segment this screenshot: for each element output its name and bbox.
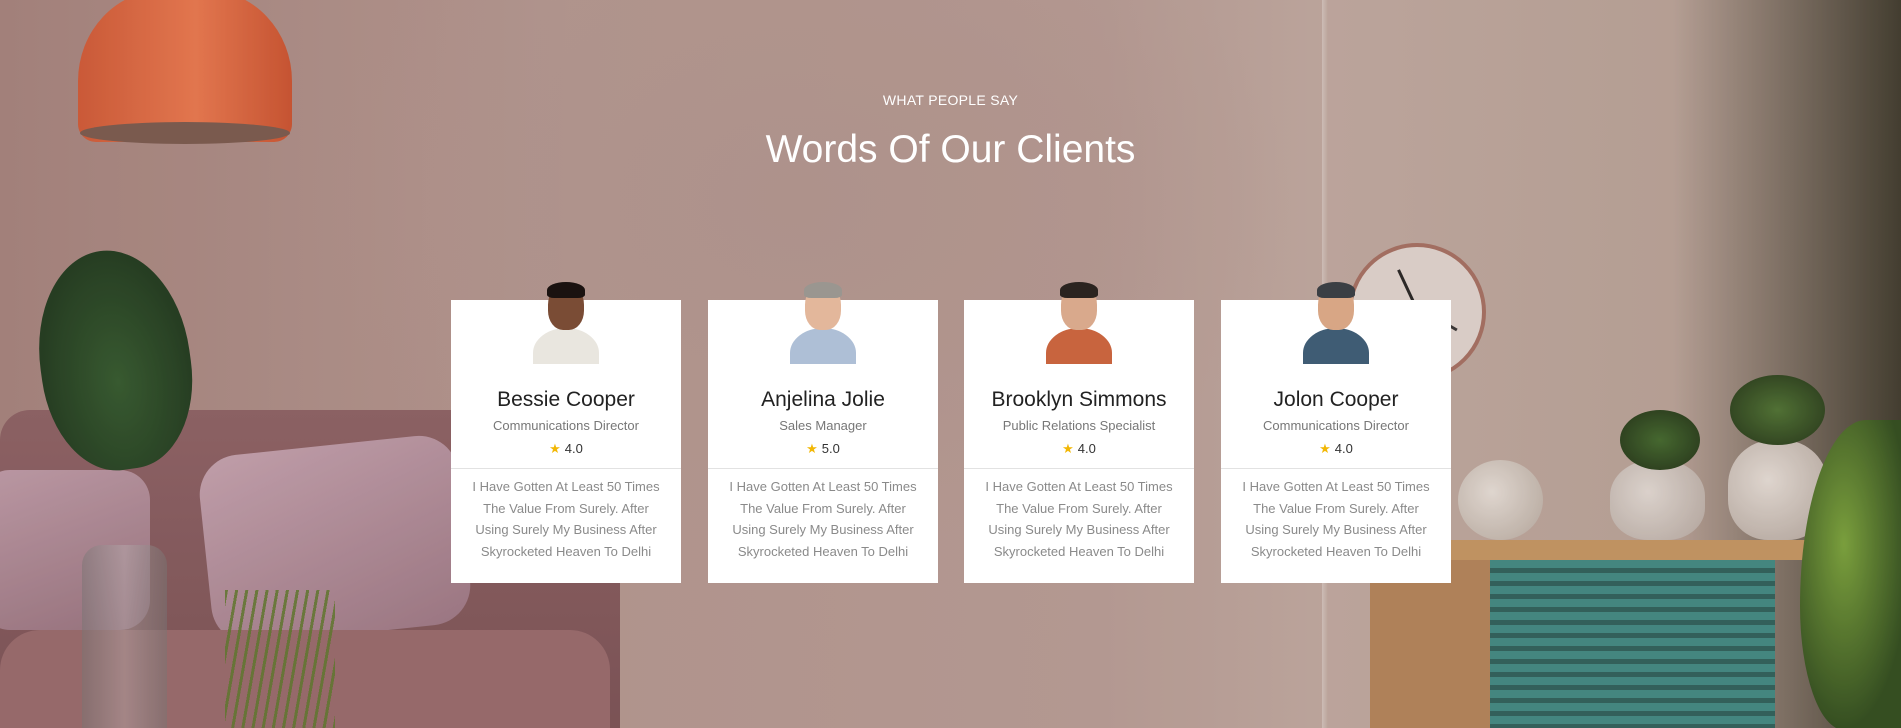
section-header: WHAT PEOPLE SAY Words Of Our Clients — [0, 92, 1901, 172]
star-icon: ★ — [549, 441, 561, 456]
card-divider — [451, 468, 681, 469]
rating-value: 4.0 — [1077, 441, 1096, 456]
avatar-hair — [547, 282, 585, 298]
avatar-shirt — [1303, 328, 1369, 364]
testimonial-role: Communications Director — [493, 418, 639, 433]
testimonial-card: Brooklyn Simmons Public Relations Specia… — [964, 282, 1194, 583]
star-icon: ★ — [806, 441, 818, 456]
avatar — [531, 280, 601, 364]
testimonial-rating: ★ 4.0 — [451, 441, 681, 457]
testimonial-quote: I Have Gotten At Least 50 Times The Valu… — [729, 479, 917, 559]
avatar-shirt — [1046, 328, 1112, 364]
testimonial-name: Jolon Cooper — [1273, 388, 1399, 411]
testimonial-quote: I Have Gotten At Least 50 Times The Valu… — [472, 479, 660, 559]
avatar-hair — [1317, 282, 1355, 298]
card-divider — [1221, 468, 1451, 469]
testimonial-rating: ★ 4.0 — [1221, 441, 1451, 457]
testimonial-card: Bessie Cooper Communications Director ★ 4… — [451, 282, 681, 583]
testimonial-role: Communications Director — [1263, 418, 1409, 433]
card-divider — [964, 468, 1194, 469]
star-icon: ★ — [1319, 441, 1331, 456]
section-eyebrow: WHAT PEOPLE SAY — [882, 92, 1019, 108]
testimonial-name: Anjelina Jolie — [761, 388, 885, 411]
rating-value: 5.0 — [821, 441, 840, 456]
testimonial-name: Bessie Cooper — [497, 388, 635, 411]
card-divider — [708, 468, 938, 469]
rating-value: 4.0 — [1334, 441, 1353, 456]
avatar — [1301, 280, 1371, 364]
testimonial-card: Jolon Cooper Communications Director ★ 4.… — [1221, 282, 1451, 583]
avatar — [788, 280, 858, 364]
testimonial-rating: ★ 4.0 — [964, 441, 1194, 457]
rating-value: 4.0 — [564, 441, 583, 456]
section-title: Words Of Our Clients — [765, 128, 1136, 171]
testimonial-role: Public Relations Specialist — [1002, 418, 1156, 433]
testimonial-card: Anjelina Jolie Sales Manager ★ 5.0 I Have… — [708, 282, 938, 583]
avatar — [1044, 280, 1114, 364]
avatar-hair — [1060, 282, 1098, 298]
avatar-shirt — [790, 328, 856, 364]
testimonial-quote: I Have Gotten At Least 50 Times The Valu… — [1242, 479, 1430, 559]
testimonial-role: Sales Manager — [779, 418, 867, 433]
testimonial-name: Brooklyn Simmons — [991, 388, 1167, 411]
testimonial-rating: ★ 5.0 — [708, 441, 938, 457]
star-icon: ★ — [1062, 441, 1074, 456]
testimonial-quote: I Have Gotten At Least 50 Times The Valu… — [985, 479, 1173, 559]
avatar-hair — [804, 282, 842, 298]
avatar-shirt — [533, 328, 599, 364]
